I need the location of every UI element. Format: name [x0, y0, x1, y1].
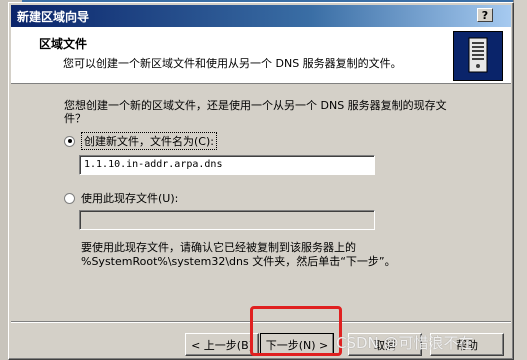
server-icon — [453, 31, 503, 81]
question-text: 您想创建一个新的区域文件，还是使用一个从另一个 DNS 服务器复制的现存文件？ — [64, 99, 447, 125]
create-new-option[interactable]: 创建新文件，文件名为(C): — [64, 132, 217, 150]
create-new-radio[interactable] — [64, 135, 75, 147]
create-new-label[interactable]: 创建新文件，文件名为(C): — [81, 132, 217, 150]
watermark-text: CSDN @可惜浪不在 — [336, 334, 474, 352]
use-existing-radio[interactable] — [64, 192, 75, 204]
wizard-header: 区域文件 您可以创建一个新区域文件和使用从另一个 DNS 服务器复制的文件。 — [11, 27, 511, 84]
existing-file-input[interactable] — [79, 210, 375, 230]
filename-input[interactable]: 1.1.10.in-addr.arpa.dns — [79, 155, 375, 175]
help-question-button[interactable]: ? — [477, 8, 493, 22]
back-button[interactable]: < 上一步(B) — [185, 333, 259, 356]
title-bar[interactable]: 新建区域向导 ? — [11, 5, 511, 27]
header-title: 区域文件 — [39, 37, 88, 51]
existing-file-note: 要使用此现存文件，请确认它已经被复制到该服务器上的 %SystemRoot%\s… — [81, 241, 396, 268]
use-existing-option[interactable]: 使用此现存文件(U): — [64, 190, 178, 206]
highlight-box — [250, 306, 342, 356]
dialog-title: 新建区域向导 — [17, 9, 90, 24]
header-subtitle: 您可以创建一个新区域文件和使用从另一个 DNS 服务器复制的文件。 — [63, 57, 402, 70]
background-app-right — [513, 0, 527, 360]
use-existing-label[interactable]: 使用此现存文件(U): — [81, 190, 178, 206]
